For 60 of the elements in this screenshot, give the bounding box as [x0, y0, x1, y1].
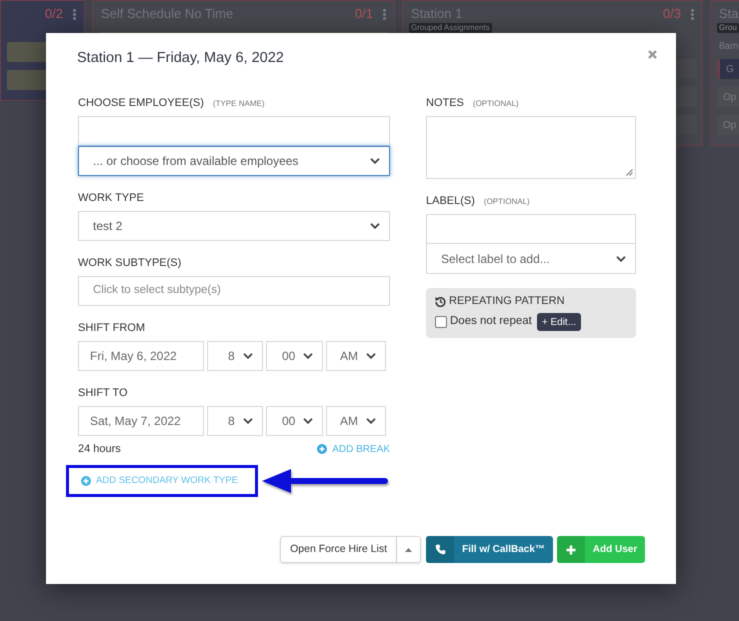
edit-button[interactable]: + Edit... [536, 313, 582, 331]
assignment-badge: Grou [717, 23, 739, 33]
hint-text: (OPTIONAL) [484, 196, 530, 208]
chevron-down-icon [370, 223, 380, 229]
date-field[interactable]: Sat, May 7, 2022 [78, 406, 204, 436]
checkbox[interactable] [435, 316, 447, 328]
notes-field[interactable] [426, 116, 636, 179]
checkbox-label[interactable]: Does not repeat [450, 313, 532, 331]
history-icon [435, 296, 446, 306]
panel-title: REPEATING PATTERN [449, 294, 565, 309]
callback-button[interactable]: Fill w/ CallBack™ [426, 536, 553, 563]
field-label: CHOOSE EMPLOYEE(S) [78, 97, 204, 109]
shift-button[interactable]: G [717, 59, 739, 79]
plus-circle-icon [81, 476, 91, 486]
work-type-select[interactable]: test 2 [78, 211, 390, 241]
minute-select[interactable]: 00 [266, 341, 323, 371]
phone-icon [426, 536, 454, 563]
chevron-down-icon [616, 256, 626, 262]
plus-icon [557, 536, 585, 563]
chevron-down-icon [370, 158, 380, 164]
field-label: WORK SUBTYPE(S) [78, 257, 182, 269]
shift-count: 0/3 [662, 6, 681, 22]
chevron-down-icon [366, 418, 376, 424]
field-label: SHIFT FROM [78, 322, 146, 334]
field-label: LABEL(S) [426, 195, 475, 207]
vertical-dots-icon[interactable] [383, 8, 386, 20]
field-label: SHIFT TO [78, 387, 128, 399]
chevron-down-icon [243, 418, 253, 424]
label-name-field[interactable] [426, 214, 636, 244]
duration-text: 24 hours [78, 442, 121, 457]
dialog-title: Station 1 — Friday, May 6, 2022 [77, 49, 284, 68]
shift-count: 0/1 [354, 6, 373, 22]
resize-grip-icon[interactable] [626, 169, 633, 176]
hint-text: (TYPE NAME) [212, 98, 264, 110]
hour-select[interactable]: 8 [207, 341, 263, 371]
shift-count: 0/2 [44, 6, 63, 22]
employee-name-field[interactable] [78, 116, 390, 146]
period-select[interactable]: AM [326, 406, 386, 436]
dropdown-toggle-button[interactable] [397, 536, 421, 563]
field-label: NOTES [426, 97, 464, 109]
employee-select[interactable]: ... or choose from available employees [78, 146, 390, 176]
chevron-down-icon [243, 353, 253, 359]
close-icon[interactable] [648, 50, 657, 59]
hour-select[interactable]: 8 [207, 406, 263, 436]
vertical-dots-icon[interactable] [73, 8, 76, 20]
label-select[interactable]: Select label to add... [426, 244, 636, 274]
chevron-down-icon [303, 418, 313, 424]
plus-circle-icon [317, 444, 328, 454]
date-field[interactable]: Fri, May 6, 2022 [78, 341, 204, 371]
period-select[interactable]: AM [326, 341, 386, 371]
chevron-down-icon [303, 353, 313, 359]
open-list-button[interactable]: Open Force Hire List [280, 536, 397, 563]
hint-text: (OPTIONAL) [472, 98, 519, 110]
subtype-field[interactable]: Click to select subtype(s) [78, 276, 390, 306]
caret-up-icon [405, 548, 412, 552]
field-label: WORK TYPE [78, 192, 144, 204]
chevron-down-icon [366, 353, 376, 359]
vertical-dots-icon[interactable] [691, 8, 694, 20]
assignment-badge: Grouped Assignments [409, 23, 492, 33]
minute-select[interactable]: 00 [266, 406, 323, 436]
